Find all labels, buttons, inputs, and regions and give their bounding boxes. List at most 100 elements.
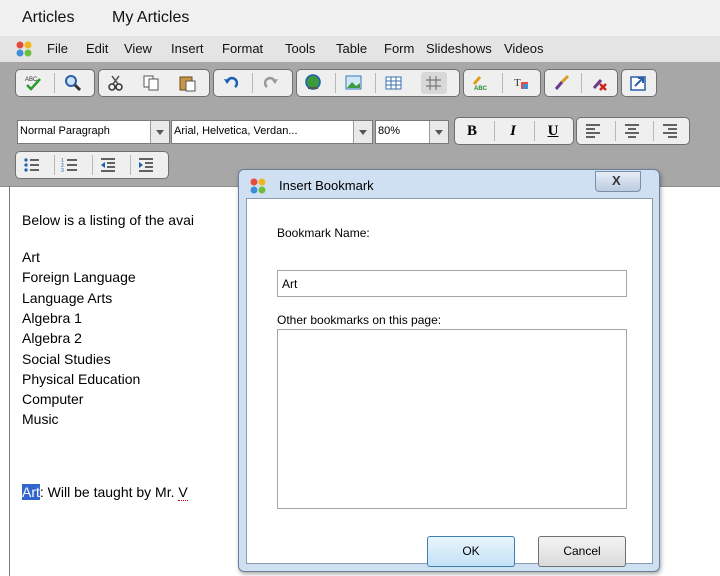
tab-articles[interactable]: Articles — [22, 9, 74, 27]
subject-item: Art — [22, 249, 40, 265]
other-bookmarks-list[interactable] — [277, 329, 627, 509]
toolbar-group-text-style: ABC T — [463, 69, 541, 97]
menu-table[interactable]: Table — [336, 41, 367, 56]
editor-bookmark-line: Art: Will be taught by Mr. V — [22, 482, 188, 502]
table-icon — [385, 76, 402, 90]
italic-button[interactable]: I — [500, 120, 526, 142]
bold-button[interactable]: B — [459, 120, 485, 142]
insert-link-button[interactable] — [301, 72, 327, 94]
insert-table-button[interactable] — [381, 72, 407, 94]
svg-text:T: T — [514, 77, 521, 89]
numbered-list-icon: 123 — [61, 158, 77, 174]
subject-item: Algebra 1 — [22, 309, 82, 326]
align-right-button[interactable] — [658, 120, 684, 142]
bookmark-name-value: Art — [282, 277, 298, 291]
text-style-icon: T — [514, 77, 528, 89]
popout-button[interactable] — [626, 72, 652, 94]
outdent-icon — [101, 158, 115, 172]
grid-toggle-button[interactable] — [421, 72, 447, 94]
chevron-down-icon[interactable] — [429, 121, 448, 143]
bulleted-list-icon — [24, 158, 39, 172]
menu-tools[interactable]: Tools — [285, 41, 315, 56]
underline-button[interactable]: U — [540, 120, 566, 142]
insert-image-button[interactable] — [341, 72, 367, 94]
cancel-button[interactable]: Cancel — [538, 536, 626, 567]
subject-item: Algebra 2 — [22, 330, 82, 347]
outdent-button[interactable] — [96, 154, 122, 176]
tab-my-articles[interactable]: My Articles — [112, 9, 189, 27]
chevron-down-icon[interactable] — [150, 121, 169, 143]
subject-item: Social Studies — [22, 350, 111, 367]
clear-format-button[interactable] — [586, 72, 612, 94]
menu-videos[interactable]: Videos — [504, 41, 544, 56]
toolbar-group-clean — [544, 69, 618, 97]
indent-icon — [139, 158, 153, 172]
font-size-select[interactable]: 80% — [375, 120, 449, 144]
font-family-value: Arial, Helvetica, Verdan... — [174, 125, 298, 137]
redo-button[interactable] — [258, 72, 284, 94]
abc-color-icon: ABC — [472, 76, 488, 92]
align-left-icon — [586, 124, 600, 138]
insert-bookmark-dialog: Insert Bookmark X Bookmark Name: Art Oth… — [238, 169, 660, 572]
align-left-button[interactable] — [581, 120, 607, 142]
close-button[interactable]: X — [595, 171, 641, 192]
undo-icon — [224, 76, 239, 88]
svg-text:3: 3 — [61, 168, 64, 174]
paintbrush-icon — [554, 74, 570, 90]
subject-item: Physical Education — [22, 370, 141, 387]
app-logo-icon — [16, 41, 32, 57]
spellcheck-icon: ABC — [25, 77, 41, 91]
menu-format[interactable]: Format — [222, 41, 263, 56]
undo-button[interactable] — [218, 72, 244, 94]
tab-bar: Articles My Articles — [0, 0, 720, 36]
chevron-down-icon[interactable] — [353, 121, 372, 143]
toolbar-group-insert — [296, 69, 460, 97]
toolbar-group-clipboard — [98, 69, 210, 97]
copy-icon — [143, 75, 159, 91]
subject-item: Computer — [22, 391, 84, 408]
format-brush-button[interactable] — [549, 72, 575, 94]
spellcheck-button[interactable]: ABC — [20, 72, 46, 94]
toolbar-group-history — [213, 69, 293, 97]
menu-edit[interactable]: Edit — [86, 41, 108, 56]
dialog-title: Insert Bookmark — [279, 178, 374, 193]
line-rest-text: : Will be taught by Mr. — [39, 484, 179, 500]
grid-icon — [426, 76, 441, 90]
numbered-list-button[interactable]: 123 — [58, 154, 84, 176]
find-button[interactable] — [60, 72, 86, 94]
close-icon: X — [612, 173, 621, 188]
subject-item: Foreign Language — [22, 269, 136, 286]
eraser-brush-icon — [592, 79, 607, 91]
editor-intro-text: Below is a listing of the avai — [22, 212, 194, 228]
bookmark-name-input[interactable]: Art — [277, 270, 627, 297]
align-center-button[interactable] — [620, 120, 646, 142]
indent-button[interactable] — [134, 154, 160, 176]
selected-word[interactable]: Art — [22, 484, 40, 500]
text-format-button[interactable]: T — [508, 72, 534, 94]
menu-form[interactable]: Form — [384, 41, 414, 56]
paste-icon — [179, 76, 196, 92]
toolbar-group-emphasis: B I U — [454, 117, 574, 145]
menu-file[interactable]: File — [47, 41, 68, 56]
dialog-body: Bookmark Name: Art Other bookmarks on th… — [246, 198, 653, 567]
toolbar-group-popout — [621, 69, 657, 97]
toolbar-group-lists: 123 — [15, 151, 169, 179]
app-logo-icon — [250, 178, 266, 194]
redo-icon — [263, 76, 278, 88]
font-family-select[interactable]: Arial, Helvetica, Verdan... — [171, 120, 373, 144]
font-size-value: 80% — [378, 125, 401, 137]
paragraph-style-select[interactable]: Normal Paragraph — [17, 120, 170, 144]
cut-button[interactable] — [103, 72, 129, 94]
font-color-button[interactable]: ABC — [468, 72, 494, 94]
paste-button[interactable] — [175, 72, 201, 94]
bulleted-list-button[interactable] — [20, 154, 46, 176]
align-center-icon — [625, 124, 639, 138]
svg-text:ABC: ABC — [474, 86, 488, 92]
copy-button[interactable] — [139, 72, 165, 94]
menu-view[interactable]: View — [124, 41, 152, 56]
menu-slideshows[interactable]: Slideshows — [426, 41, 492, 56]
ok-button[interactable]: OK — [427, 536, 515, 567]
globe-link-icon — [305, 74, 321, 90]
menu-insert[interactable]: Insert — [171, 41, 204, 56]
paragraph-style-value: Normal Paragraph — [20, 125, 110, 137]
